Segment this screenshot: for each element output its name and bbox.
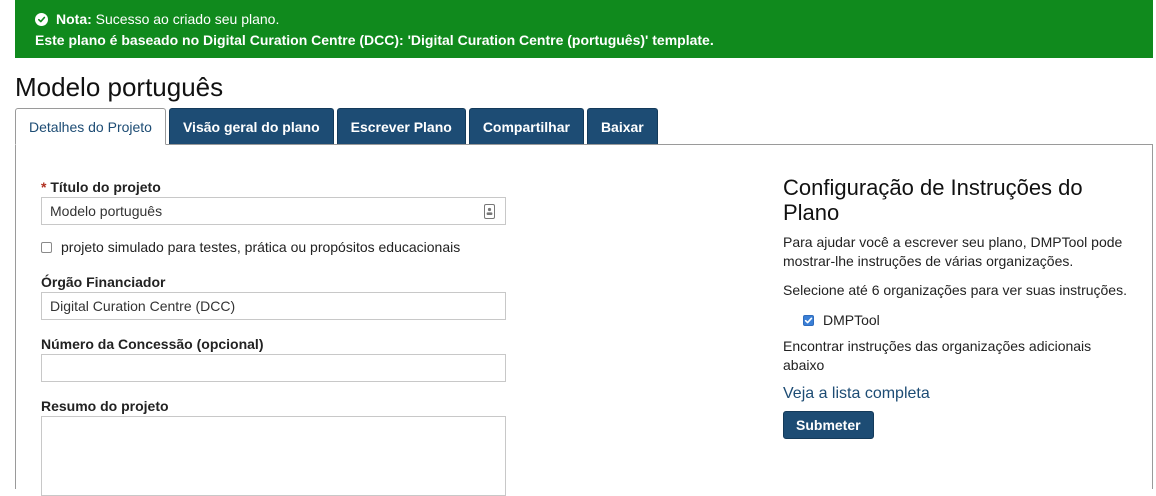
notice-prefix: Nota: <box>56 11 92 27</box>
notice-template-line: Este plano é baseado no Digital Curation… <box>35 32 714 48</box>
guidance-more-hint: Encontrar instruções das organizações ad… <box>783 338 1092 373</box>
mock-project-checkbox[interactable] <box>41 241 52 253</box>
tab-download[interactable]: Baixar <box>586 108 658 144</box>
contact-card-icon <box>484 204 495 219</box>
guidance-select-hint: Selecione até 6 organizações para ver su… <box>783 282 1127 298</box>
project-title-label: * Título do projeto <box>41 179 161 195</box>
project-details-panel: * Título do projeto Modelo português pro… <box>15 144 1153 496</box>
funder-value: Digital Curation Centre (DCC) <box>50 298 236 314</box>
grant-number-label: Número da Concessão (opcional) <box>41 336 264 352</box>
project-title-label-text: Título do projeto <box>50 179 161 195</box>
tab-plan-overview[interactable]: Visão geral do plano <box>168 108 334 144</box>
guidance-org-dmptool: DMPTool <box>803 312 1128 328</box>
success-notice: Nota: Sucesso ao criado seu plano. Este … <box>15 0 1153 58</box>
guidance-heading: Configuração de Instruções do Plano <box>783 175 1083 225</box>
abstract-textarea[interactable] <box>41 416 506 496</box>
full-list-link[interactable]: Veja a lista completa <box>783 385 1128 403</box>
mock-project-row: projeto simulado para testes, prática ou… <box>41 239 460 255</box>
guidance-section: Configuração de Instruções do Plano Para… <box>783 175 1128 439</box>
project-title-value: Modelo português <box>50 203 163 219</box>
project-title-input[interactable]: Modelo português <box>41 197 506 225</box>
tab-share[interactable]: Compartilhar <box>468 108 584 144</box>
plan-tabs: Detalhes do Projeto Visão geral do plano… <box>15 108 661 145</box>
submit-button[interactable]: Submeter <box>783 411 874 439</box>
guidance-intro: Para ajudar você a escrever seu plano, D… <box>783 234 1123 269</box>
checkmark-icon <box>804 317 813 323</box>
page-title: Modelo português <box>15 72 224 102</box>
funder-input[interactable]: Digital Curation Centre (DCC) <box>41 292 506 320</box>
tab-write-plan[interactable]: Escrever Plano <box>336 108 466 144</box>
tab-project-details[interactable]: Detalhes do Projeto <box>15 108 166 145</box>
required-mark: * <box>41 179 47 195</box>
funder-label: Órgão Financiador <box>41 274 166 290</box>
check-circle-icon <box>35 13 48 26</box>
dmptool-checkbox[interactable] <box>803 314 814 326</box>
grant-number-input[interactable] <box>41 354 506 382</box>
abstract-label: Resumo do projeto <box>41 398 169 414</box>
dmptool-label: DMPTool <box>823 312 880 328</box>
mock-project-label: projeto simulado para testes, prática ou… <box>61 239 461 255</box>
notice-message: Sucesso ao criado seu plano. <box>95 11 280 27</box>
